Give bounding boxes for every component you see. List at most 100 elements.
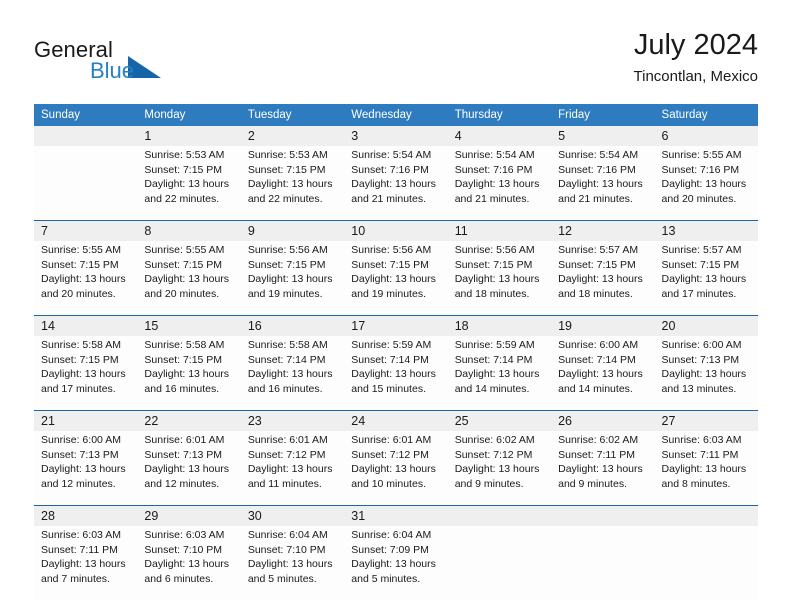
sunset-text: Sunset: 7:15 PM	[351, 258, 429, 271]
day-cell-details[interactable]: Sunrise: 6:03 AM Sunset: 7:11 PM Daylight:…	[654, 431, 758, 506]
day-number[interactable]: 8	[137, 220, 241, 241]
day-number[interactable]: 20	[654, 315, 758, 336]
title-block: July 2024 Tincontlan, Mexico	[634, 28, 759, 86]
sunset-text: Sunset: 7:15 PM	[144, 258, 223, 271]
daylight-text-line2: and 14 minutes.	[558, 382, 633, 395]
day-cell-details[interactable]: Sunrise: 6:00 AM Sunset: 7:13 PM Daylight:…	[34, 431, 138, 506]
day-number[interactable]: 28	[34, 505, 138, 526]
day-number[interactable]: 6	[654, 126, 758, 146]
day-number[interactable]: 10	[344, 220, 448, 241]
day-number-empty	[551, 505, 655, 526]
sunrise-text: Sunrise: 5:53 AM	[247, 149, 328, 161]
day-cell-details[interactable]: Sunrise: 5:54 AM Sunset: 7:16 PM Daylight:…	[551, 146, 655, 221]
day-number[interactable]: 15	[137, 315, 241, 336]
page-title: July 2024	[633, 29, 758, 61]
daylight-text-line1: Daylight: 13 hours	[144, 368, 230, 381]
daylight-text-line1: Daylight: 13 hours	[247, 558, 333, 571]
day-number[interactable]: 5	[551, 126, 655, 146]
day-cell-details[interactable]: Sunrise: 5:56 AM Sunset: 7:15 PM Daylight:…	[447, 241, 552, 316]
day-cell-details[interactable]: Sunrise: 5:57 AM Sunset: 7:15 PM Daylight:…	[654, 241, 758, 316]
day-number[interactable]: 3	[344, 126, 448, 146]
daylight-text-line2: and 20 minutes.	[661, 192, 737, 205]
sunset-text: Sunset: 7:15 PM	[247, 163, 326, 176]
day-cell-details[interactable]: Sunrise: 5:56 AM Sunset: 7:15 PM Daylight:…	[240, 241, 345, 316]
day-cell-details[interactable]: Sunrise: 6:01 AM Sunset: 7:12 PM Daylight:…	[344, 431, 448, 506]
day-cell-details[interactable]: Sunrise: 5:59 AM Sunset: 7:14 PM Daylight:…	[344, 336, 448, 411]
day-cell-details[interactable]: Sunrise: 6:01 AM Sunset: 7:13 PM Daylight:…	[137, 431, 241, 506]
general-blue-logo[interactable]: General Blue	[34, 28, 234, 84]
day-number[interactable]: 27	[654, 410, 758, 431]
day-number[interactable]: 9	[240, 220, 345, 241]
day-number[interactable]: 24	[344, 410, 448, 431]
day-cell-details[interactable]: Sunrise: 5:58 AM Sunset: 7:14 PM Daylight:…	[240, 336, 345, 411]
day-number[interactable]: 1	[137, 126, 241, 146]
day-number[interactable]: 25	[447, 410, 552, 431]
day-cell-details[interactable]: Sunrise: 6:03 AM Sunset: 7:11 PM Daylight:…	[34, 526, 138, 600]
sunset-text: Sunset: 7:14 PM	[558, 353, 636, 366]
day-cell-details[interactable]: Sunrise: 5:55 AM Sunset: 7:16 PM Daylight:…	[654, 146, 758, 221]
day-number[interactable]: 12	[551, 220, 655, 241]
day-cell-details[interactable]: Sunrise: 5:55 AM Sunset: 7:15 PM Daylight:…	[137, 241, 241, 316]
sunset-text: Sunset: 7:11 PM	[558, 448, 635, 461]
day-number[interactable]: 31	[344, 505, 448, 526]
daylight-text-line2: and 5 minutes.	[247, 572, 317, 585]
sunset-text: Sunset: 7:15 PM	[558, 258, 636, 271]
daylight-text-line2: and 18 minutes.	[558, 287, 633, 300]
day-cell-details[interactable]: Sunrise: 6:02 AM Sunset: 7:12 PM Daylight:…	[447, 431, 552, 506]
sunrise-text: Sunrise: 6:00 AM	[558, 339, 639, 351]
calendar-week-daynumbers-row: 28 29 30 31	[34, 505, 758, 526]
calendar-week-details-row: Sunrise: 5:58 AM Sunset: 7:15 PM Daylight:…	[34, 336, 758, 411]
day-number[interactable]: 7	[34, 220, 138, 241]
day-number[interactable]: 23	[240, 410, 345, 431]
day-number[interactable]: 4	[447, 126, 552, 146]
daylight-text-line1: Daylight: 13 hours	[558, 273, 643, 286]
day-cell-details[interactable]: Sunrise: 5:53 AM Sunset: 7:15 PM Daylight:…	[137, 146, 241, 221]
day-cell-details[interactable]: Sunrise: 6:04 AM Sunset: 7:10 PM Daylight:…	[240, 526, 345, 600]
day-cell-details[interactable]: Sunrise: 5:53 AM Sunset: 7:15 PM Daylight:…	[240, 146, 345, 221]
sunset-text: Sunset: 7:16 PM	[661, 163, 740, 176]
daylight-text-line1: Daylight: 13 hours	[558, 463, 643, 476]
day-cell-details[interactable]: Sunrise: 6:01 AM Sunset: 7:12 PM Daylight:…	[240, 431, 345, 506]
day-cell-details[interactable]: Sunrise: 6:02 AM Sunset: 7:11 PM Daylight:…	[551, 431, 655, 506]
day-number[interactable]: 30	[240, 505, 345, 526]
day-cell-details[interactable]: Sunrise: 5:58 AM Sunset: 7:15 PM Daylight:…	[34, 336, 138, 411]
sunrise-text: Sunrise: 5:57 AM	[661, 244, 742, 256]
day-number[interactable]: 19	[551, 315, 655, 336]
day-cell-details[interactable]: Sunrise: 5:54 AM Sunset: 7:16 PM Daylight:…	[447, 146, 552, 221]
day-cell-details[interactable]: Sunrise: 6:04 AM Sunset: 7:09 PM Daylight:…	[344, 526, 448, 600]
daylight-text-line2: and 12 minutes.	[144, 477, 220, 490]
day-cell-details[interactable]: Sunrise: 5:54 AM Sunset: 7:16 PM Daylight:…	[344, 146, 448, 221]
day-number[interactable]: 18	[447, 315, 552, 336]
daylight-text-line2: and 19 minutes.	[247, 287, 323, 300]
day-cell-details[interactable]: Sunrise: 5:59 AM Sunset: 7:14 PM Daylight:…	[447, 336, 552, 411]
day-cell-details[interactable]: Sunrise: 5:55 AM Sunset: 7:15 PM Daylight:…	[34, 241, 138, 316]
day-number[interactable]: 29	[137, 505, 241, 526]
sunset-text: Sunset: 7:16 PM	[558, 163, 636, 176]
sunrise-text: Sunrise: 5:59 AM	[351, 339, 432, 351]
day-cell-details[interactable]: Sunrise: 6:03 AM Sunset: 7:10 PM Daylight:…	[137, 526, 241, 600]
day-number[interactable]: 17	[344, 315, 448, 336]
day-number[interactable]: 22	[137, 410, 241, 431]
day-cell-details[interactable]: Sunrise: 5:56 AM Sunset: 7:15 PM Daylight:…	[344, 241, 448, 316]
daylight-text-line1: Daylight: 13 hours	[144, 178, 230, 191]
calendar-week-details-row: Sunrise: 5:55 AM Sunset: 7:15 PM Daylight:…	[34, 241, 758, 316]
day-cell-details[interactable]: Sunrise: 6:00 AM Sunset: 7:14 PM Daylight:…	[551, 336, 655, 411]
daylight-text-line1: Daylight: 13 hours	[454, 273, 540, 286]
day-number-empty	[447, 505, 552, 526]
day-number[interactable]: 11	[447, 220, 552, 241]
daylight-text-line2: and 17 minutes.	[41, 382, 116, 395]
day-number[interactable]: 16	[240, 315, 345, 336]
day-number[interactable]: 2	[240, 126, 345, 146]
sunset-text: Sunset: 7:12 PM	[351, 448, 429, 461]
sunset-text: Sunset: 7:15 PM	[247, 258, 326, 271]
day-cell-details[interactable]: Sunrise: 5:57 AM Sunset: 7:15 PM Daylight:…	[551, 241, 655, 316]
day-number[interactable]: 26	[551, 410, 655, 431]
sunrise-text: Sunrise: 5:56 AM	[351, 244, 432, 256]
daylight-text-line1: Daylight: 13 hours	[351, 178, 436, 191]
day-cell-empty	[447, 526, 552, 600]
day-cell-details[interactable]: Sunrise: 5:58 AM Sunset: 7:15 PM Daylight:…	[137, 336, 241, 411]
day-number[interactable]: 13	[654, 220, 758, 241]
day-number[interactable]: 21	[34, 410, 138, 431]
day-cell-details[interactable]: Sunrise: 6:00 AM Sunset: 7:13 PM Daylight:…	[654, 336, 758, 411]
day-number[interactable]: 14	[34, 315, 138, 336]
